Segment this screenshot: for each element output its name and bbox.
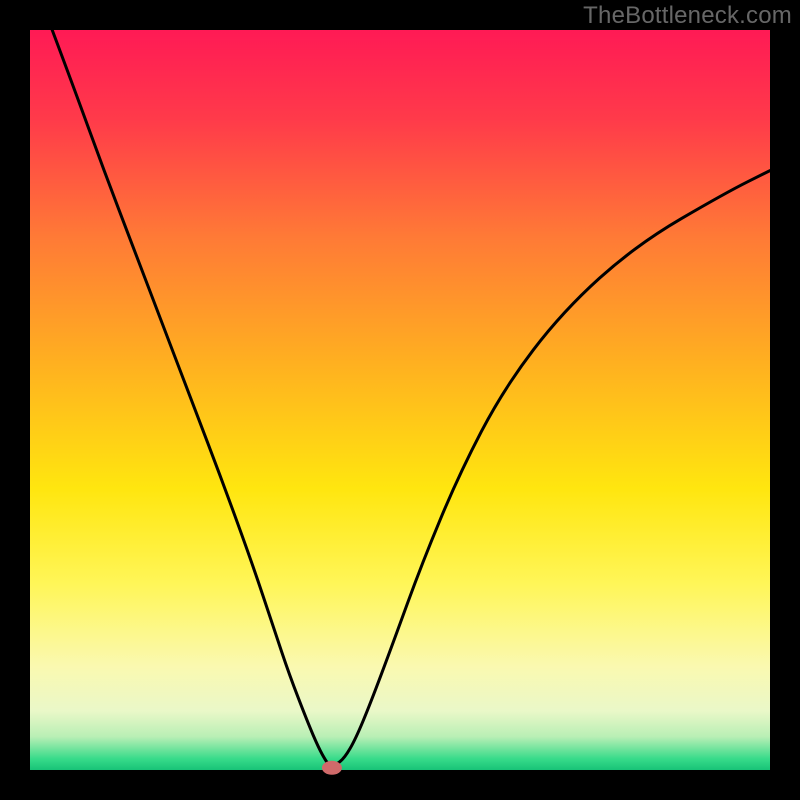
chart-svg (0, 0, 800, 800)
optimal-point-marker (322, 761, 342, 775)
plot-background (30, 30, 770, 770)
bottleneck-chart: TheBottleneck.com (0, 0, 800, 800)
watermark-text: TheBottleneck.com (583, 2, 792, 30)
